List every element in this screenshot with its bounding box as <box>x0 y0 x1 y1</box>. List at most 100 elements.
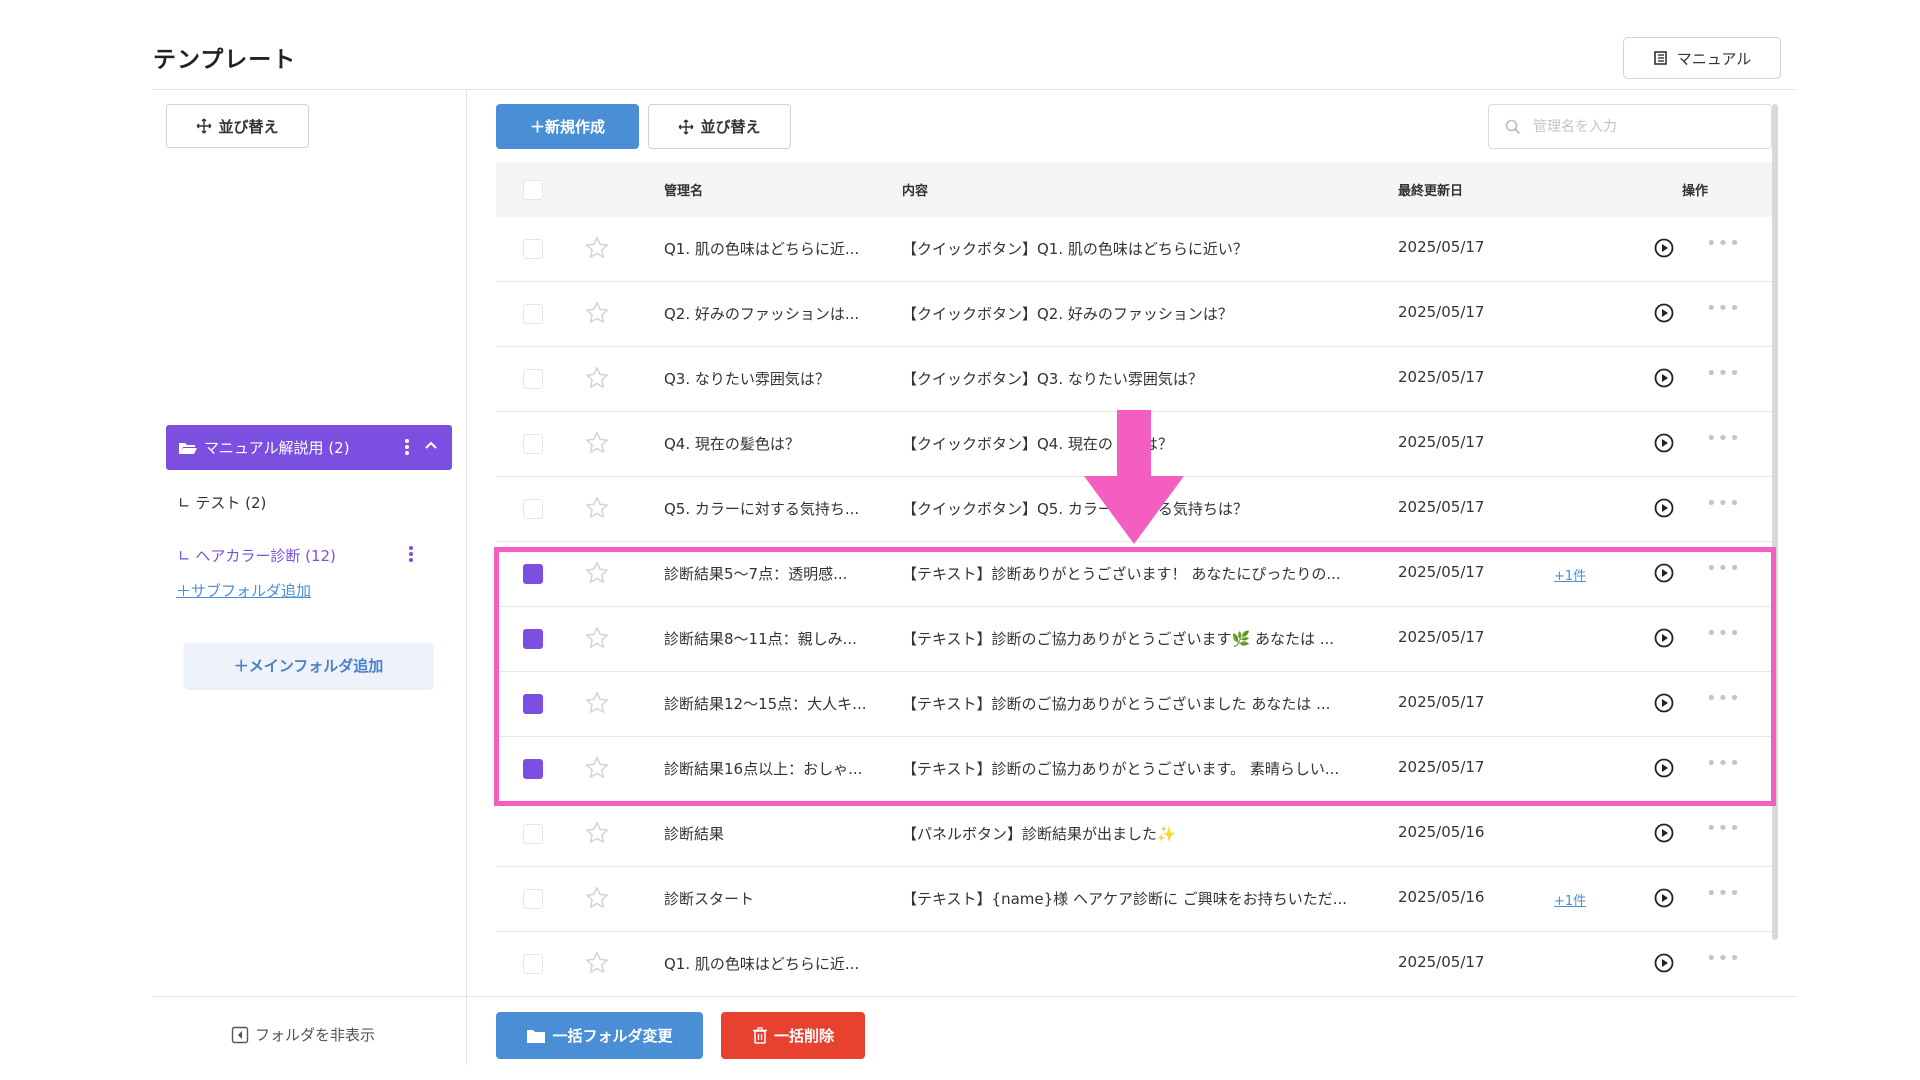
table-row[interactable]: 診断結果12〜15点：大人キ... 【テキスト】診断のご協力ありがとうございました… <box>496 672 1772 737</box>
star-icon[interactable] <box>584 300 610 326</box>
more-icon[interactable]: ••• <box>1706 623 1741 644</box>
row-checkbox[interactable] <box>523 304 543 324</box>
table-row[interactable]: Q3. なりたい雰囲気は？ 【クイックボタン】Q3. なりたい雰囲気は？ 2025/… <box>496 347 1772 412</box>
search-input[interactable] <box>1531 117 1755 136</box>
scrollbar[interactable] <box>1772 104 1778 940</box>
table-row[interactable]: Q1. 肌の色味はどちらに近... 2025/05/17 ••• <box>496 932 1772 997</box>
star-icon[interactable] <box>584 755 610 781</box>
star-icon[interactable] <box>584 495 610 521</box>
row-checkbox[interactable] <box>523 889 543 909</box>
row-name: 診断結果16点以上：おしゃ... <box>664 760 863 778</box>
book-icon <box>1653 51 1667 65</box>
trash-icon <box>752 1027 767 1044</box>
row-checkbox[interactable] <box>523 954 543 974</box>
table-header: 管理名 内容 最終更新日 操作 <box>496 162 1772 217</box>
manual-button[interactable]: マニュアル <box>1623 37 1781 79</box>
row-name: Q1. 肌の色味はどちらに近... <box>664 240 860 258</box>
more-icon[interactable]: ••• <box>1706 428 1741 449</box>
row-content: 【テキスト】診断ありがとうございます！ あなたにぴったりの... <box>902 565 1341 583</box>
star-icon[interactable] <box>584 365 610 391</box>
table-row[interactable]: 診断結果16点以上：おしゃ... 【テキスト】診断のご協力ありがとうございます。 … <box>496 737 1772 802</box>
row-content: 【クイックボタン】Q3. なりたい雰囲気は？ <box>902 370 1203 388</box>
play-circle-icon[interactable] <box>1653 887 1675 909</box>
more-icon[interactable]: ••• <box>1706 363 1741 384</box>
kebab-icon[interactable] <box>408 544 414 564</box>
row-extra-link[interactable]: +1件 <box>1554 565 1586 584</box>
more-icon[interactable]: ••• <box>1706 558 1741 579</box>
more-icon[interactable]: ••• <box>1706 688 1741 709</box>
sort-button[interactable]: 並び替え <box>648 104 791 149</box>
table-row[interactable]: 診断結果8〜11点：親しみ... 【テキスト】診断のご協力ありがとうございます🌿 … <box>496 607 1772 672</box>
sidebar-folder-test[interactable]: ∟ テスト (2) <box>178 492 266 513</box>
row-content: 【テキスト】診断のご協力ありがとうございます。 素晴らしい... <box>902 760 1340 778</box>
folder-open-icon <box>179 442 197 454</box>
more-icon[interactable]: ••• <box>1706 233 1741 254</box>
more-icon[interactable]: ••• <box>1706 818 1741 839</box>
row-checkbox[interactable] <box>523 369 543 389</box>
play-circle-icon[interactable] <box>1653 562 1675 584</box>
row-checkbox[interactable] <box>523 629 543 649</box>
move-icon <box>678 119 694 134</box>
sidebar-folder-label: マニュアル解説用 (2) <box>204 439 350 457</box>
row-extra-link[interactable]: +1件 <box>1554 890 1586 909</box>
manual-label: マニュアル <box>1676 49 1752 68</box>
star-icon[interactable] <box>584 430 610 456</box>
star-icon[interactable] <box>584 690 610 716</box>
more-icon[interactable]: ••• <box>1706 753 1741 774</box>
star-icon[interactable] <box>584 950 610 976</box>
play-circle-icon[interactable] <box>1653 627 1675 649</box>
play-circle-icon[interactable] <box>1653 692 1675 714</box>
row-content: 【テキスト】診断のご協力ありがとうございました あなたは ... <box>902 695 1331 713</box>
row-date: 2025/05/17 <box>1398 368 1485 386</box>
add-subfolder-link[interactable]: ＋サブフォルダ追加 <box>176 580 311 601</box>
sidebar-folder-haircolor[interactable]: ∟ ヘアカラー診断 (12) <box>178 545 336 566</box>
row-checkbox[interactable] <box>523 824 543 844</box>
row-name: Q5. カラーに対する気持ち... <box>664 500 860 518</box>
play-circle-icon[interactable] <box>1653 302 1675 324</box>
star-icon[interactable] <box>584 235 610 261</box>
bulk-delete-button[interactable]: 一括削除 <box>721 1012 865 1059</box>
arrow-down-icon <box>1084 410 1184 544</box>
row-checkbox[interactable] <box>523 239 543 259</box>
play-circle-icon[interactable] <box>1653 822 1675 844</box>
bulk-folder-change-button[interactable]: 一括フォルダ変更 <box>496 1012 703 1059</box>
more-icon[interactable]: ••• <box>1706 493 1741 514</box>
play-circle-icon[interactable] <box>1653 497 1675 519</box>
more-icon[interactable]: ••• <box>1706 883 1741 904</box>
kebab-icon[interactable] <box>404 437 410 457</box>
star-icon[interactable] <box>584 885 610 911</box>
play-circle-icon[interactable] <box>1653 952 1675 974</box>
sidebar-folder-manual[interactable]: マニュアル解説用 (2) <box>166 425 452 470</box>
row-checkbox[interactable] <box>523 694 543 714</box>
header-actions: 操作 <box>1682 184 1709 199</box>
row-checkbox[interactable] <box>523 434 543 454</box>
star-icon[interactable] <box>584 820 610 846</box>
more-icon[interactable]: ••• <box>1706 298 1741 319</box>
table-row[interactable]: Q2. 好みのファッションは... 【クイックボタン】Q2. 好みのファッションは… <box>496 282 1772 347</box>
row-date: 2025/05/16 <box>1398 823 1485 841</box>
table-row[interactable]: 診断結果 【パネルボタン】診断結果が出ました✨ 2025/05/16 ••• <box>496 802 1772 867</box>
hide-folder-button[interactable]: フォルダを非表示 <box>231 1024 375 1045</box>
play-circle-icon[interactable] <box>1653 237 1675 259</box>
new-template-button[interactable]: ＋新規作成 <box>496 104 639 149</box>
sidebar-sort-button[interactable]: 並び替え <box>166 104 309 148</box>
play-circle-icon[interactable] <box>1653 757 1675 779</box>
table-row[interactable]: 診断スタート 【テキスト】{name}様 ヘアケア診断に ご興味をお持ちいただ..… <box>496 867 1772 932</box>
row-checkbox[interactable] <box>523 759 543 779</box>
play-circle-icon[interactable] <box>1653 367 1675 389</box>
chevron-up-icon[interactable] <box>424 435 438 455</box>
play-circle-icon[interactable] <box>1653 432 1675 454</box>
star-icon[interactable] <box>584 625 610 651</box>
row-content: 【テキスト】診断のご協力ありがとうございます🌿 あなたは ... <box>902 630 1335 648</box>
row-content: 【クイックボタン】Q2. 好みのファッションは？ <box>902 305 1233 323</box>
star-icon[interactable] <box>584 560 610 586</box>
row-checkbox[interactable] <box>523 499 543 519</box>
more-icon[interactable]: ••• <box>1706 948 1741 969</box>
select-all-checkbox[interactable] <box>523 180 543 200</box>
table-row[interactable]: Q1. 肌の色味はどちらに近... 【クイックボタン】Q1. 肌の色味はどちらに近… <box>496 217 1772 282</box>
row-name: 診断スタート <box>664 890 755 908</box>
table-row[interactable]: 診断結果5〜7点：透明感... 【テキスト】診断ありがとうございます！ あなたにぴ… <box>496 542 1772 607</box>
row-checkbox[interactable] <box>523 564 543 584</box>
add-mainfolder-button[interactable]: ＋メインフォルダ追加 <box>184 643 433 688</box>
row-date: 2025/05/17 <box>1398 563 1485 581</box>
